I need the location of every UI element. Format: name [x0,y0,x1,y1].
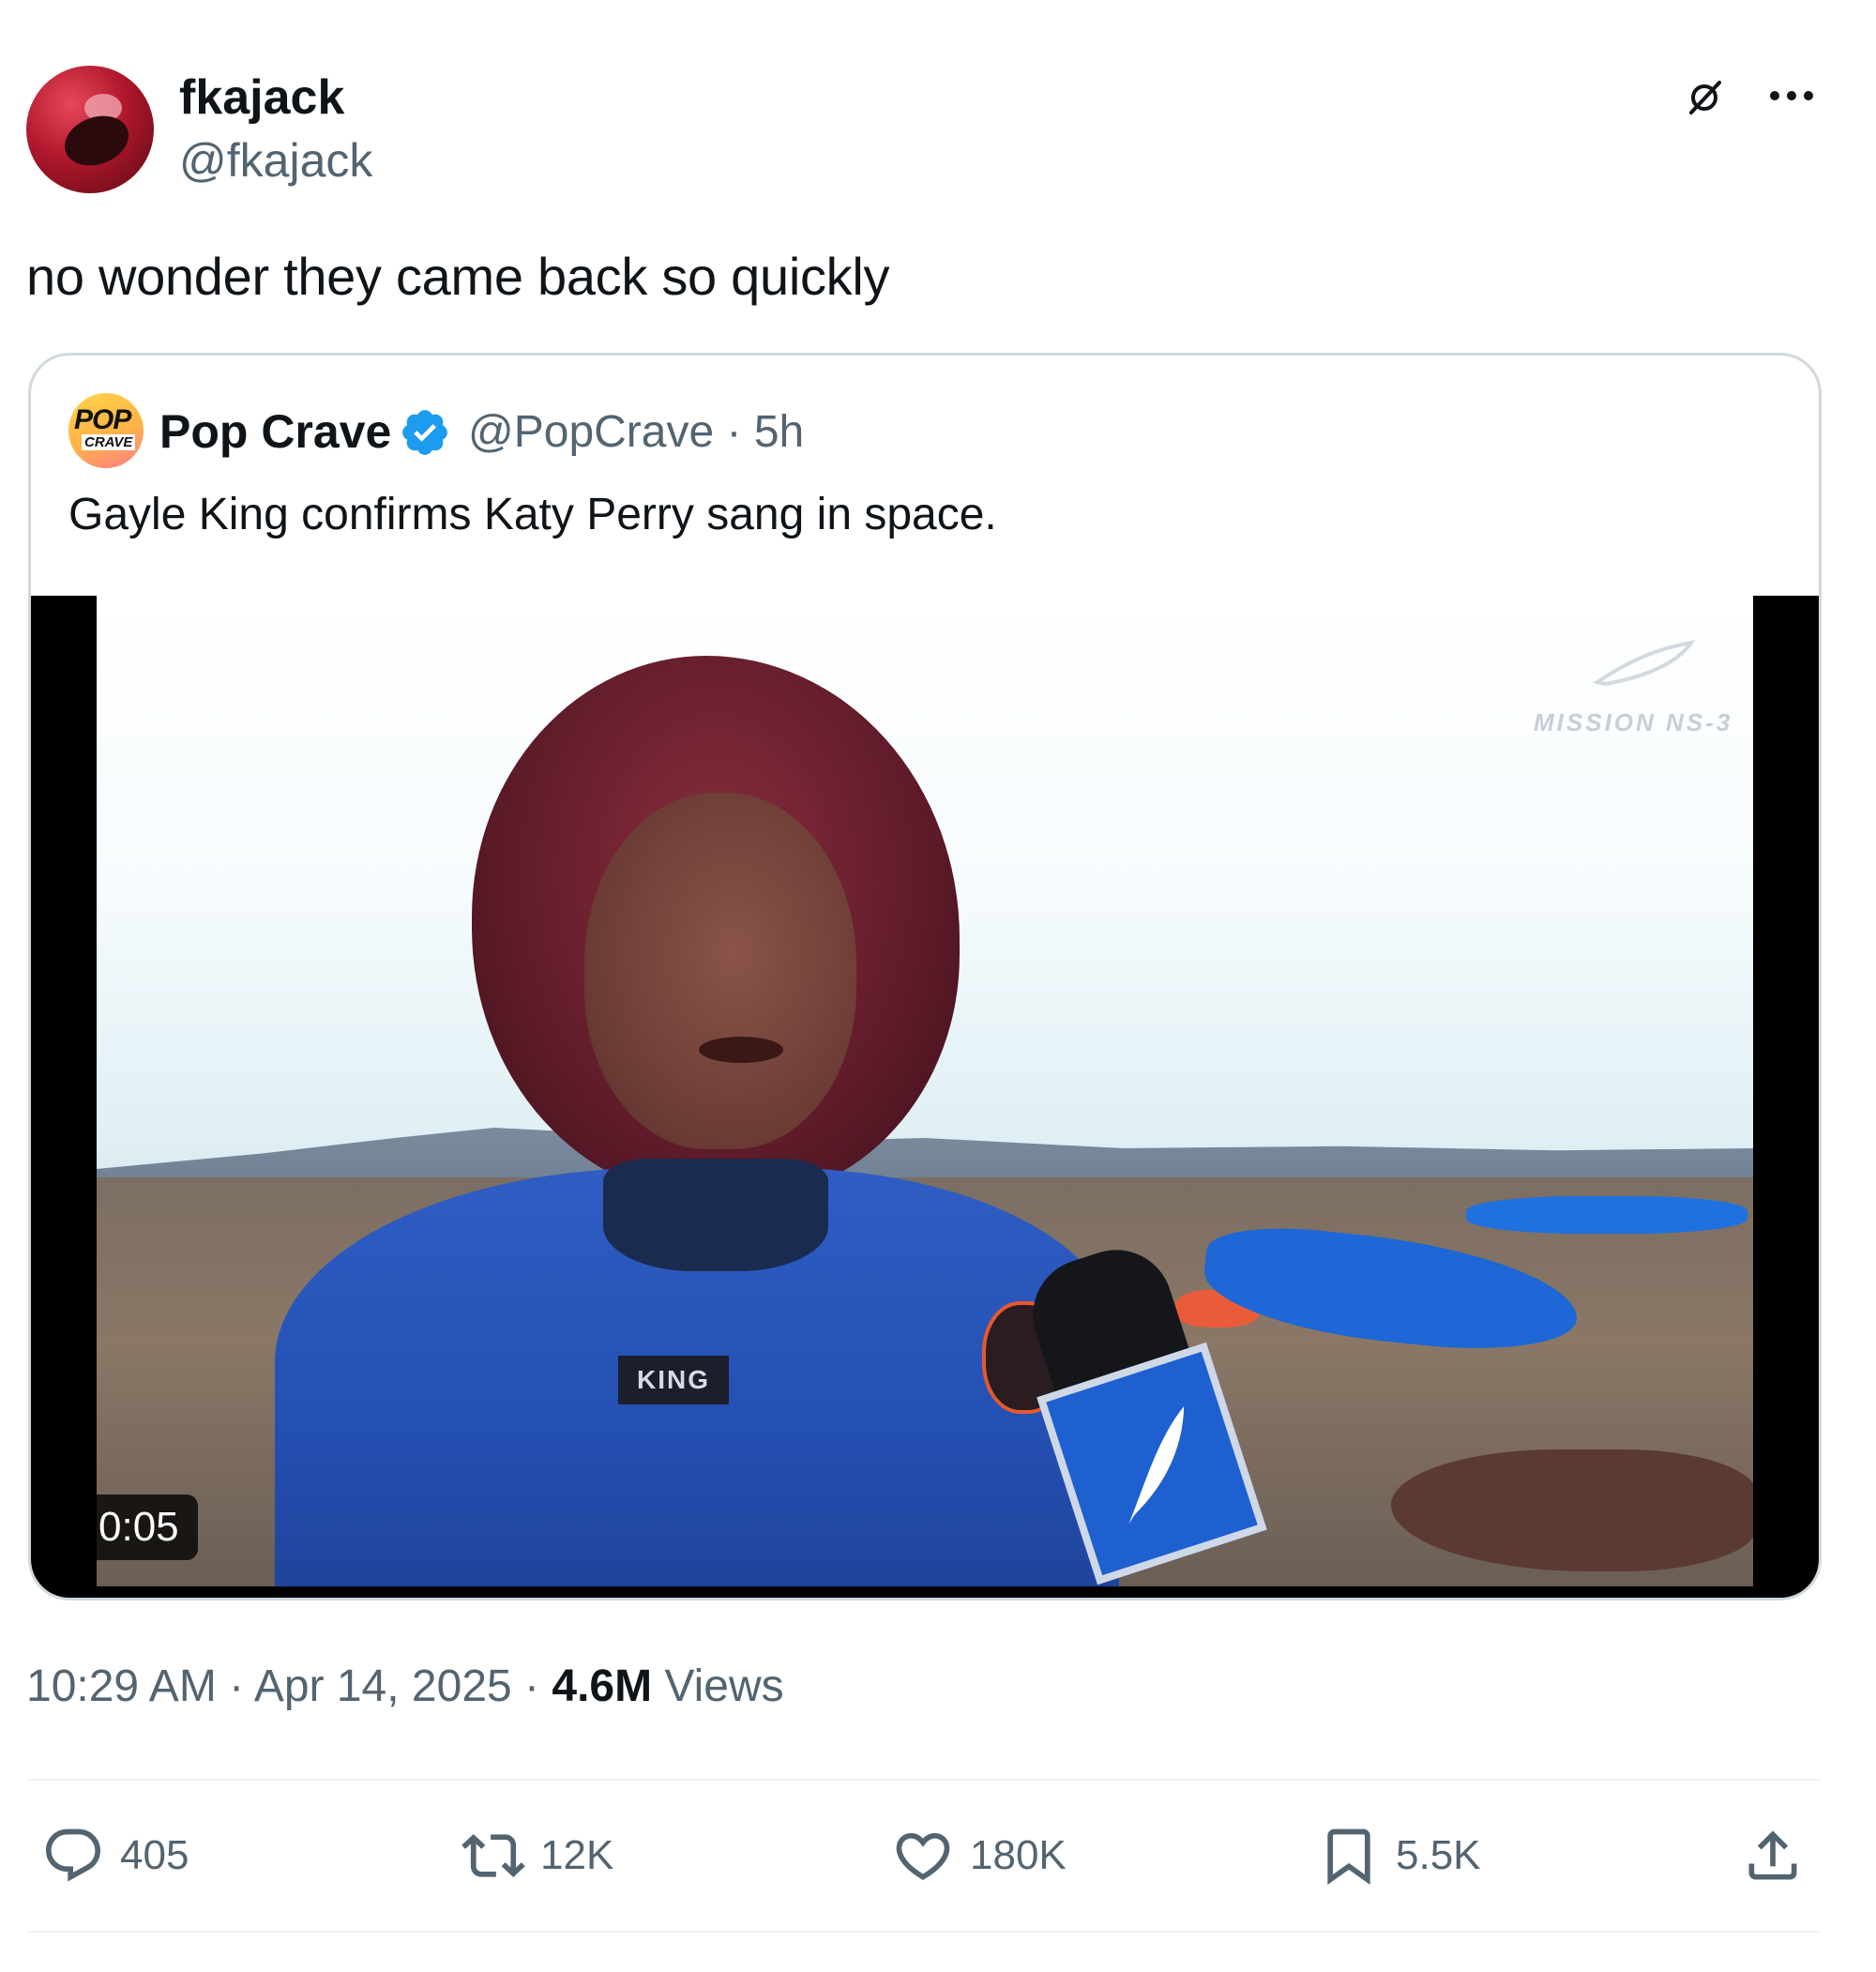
divider [26,1779,1822,1781]
more-options-icon[interactable] [1765,75,1818,116]
tweet-meta: 10:29 AM · Apr 14, 2025 · 4.6M Views [26,1661,784,1712]
video-duration: 0:05 [80,1494,198,1560]
person-collar [603,1159,828,1271]
bookmark-icon [1327,1828,1370,1885]
name-tag: KING [618,1356,729,1404]
grok-icon[interactable] [1684,77,1725,118]
author-handle[interactable]: @fkajack [179,133,372,188]
views-count: 4.6M [552,1661,653,1711]
video-watermark: MISSION NS-3 [1534,708,1733,736]
avatar-logo-top: POP [74,404,131,435]
reply-icon [45,1828,101,1882]
verified-badge-icon [402,410,447,455]
views-label: Views [664,1661,784,1711]
feather-watermark-icon [1593,640,1696,687]
video-frame: KING MISSION NS-3 [97,596,1753,1586]
like-count: 180K [970,1832,1067,1878]
bookmark-button[interactable]: 5.5K [1317,1818,1481,1893]
bookmark-count: 5.5K [1396,1832,1481,1878]
tweet-text: no wonder they came back so quickly [26,247,890,306]
avatar-shadow [57,107,136,174]
quoted-tweet-text: Gayle King confirms Katy Perry sang in s… [68,490,997,539]
feather-logo-icon [1128,1406,1185,1525]
quoted-author-avatar[interactable]: POP CRAVE [68,393,144,468]
share-icon [1748,1830,1797,1880]
reply-button[interactable]: 405 [41,1818,189,1893]
repost-button[interactable]: 12K [461,1818,613,1893]
meta-separator: · [524,1661,552,1711]
repost-count: 12K [540,1832,614,1878]
avatar-logo-bottom: CRAVE [82,434,136,450]
person-mouth [699,1037,783,1063]
scene-parachute [1466,1196,1747,1234]
repost-icon [461,1833,525,1878]
video-player[interactable]: KING MISSION NS-3 0:05 [31,596,1819,1598]
quoted-tweet-card[interactable]: POP CRAVE Pop Crave @PopCrave · 5h Gayle… [28,353,1822,1600]
heart-icon [896,1832,950,1880]
tweet-detail: fkajack @fkajack no wonder they came bac… [0,0,1876,1972]
tweet-date[interactable]: Apr 14, 2025 [254,1661,512,1711]
author-avatar[interactable] [26,66,154,193]
meta-separator: · [229,1661,254,1711]
quoted-author-handle-time[interactable]: @PopCrave · 5h [468,406,804,458]
reply-count: 405 [120,1832,189,1878]
person-face [584,793,856,1149]
share-button[interactable] [1741,1818,1805,1893]
divider [26,1931,1822,1933]
tweet-timestamp[interactable]: 10:29 AM [26,1661,217,1711]
quoted-author-name[interactable]: Pop Crave [159,404,391,459]
like-button[interactable]: 180K [891,1818,1067,1893]
author-display-name[interactable]: fkajack [179,69,344,126]
